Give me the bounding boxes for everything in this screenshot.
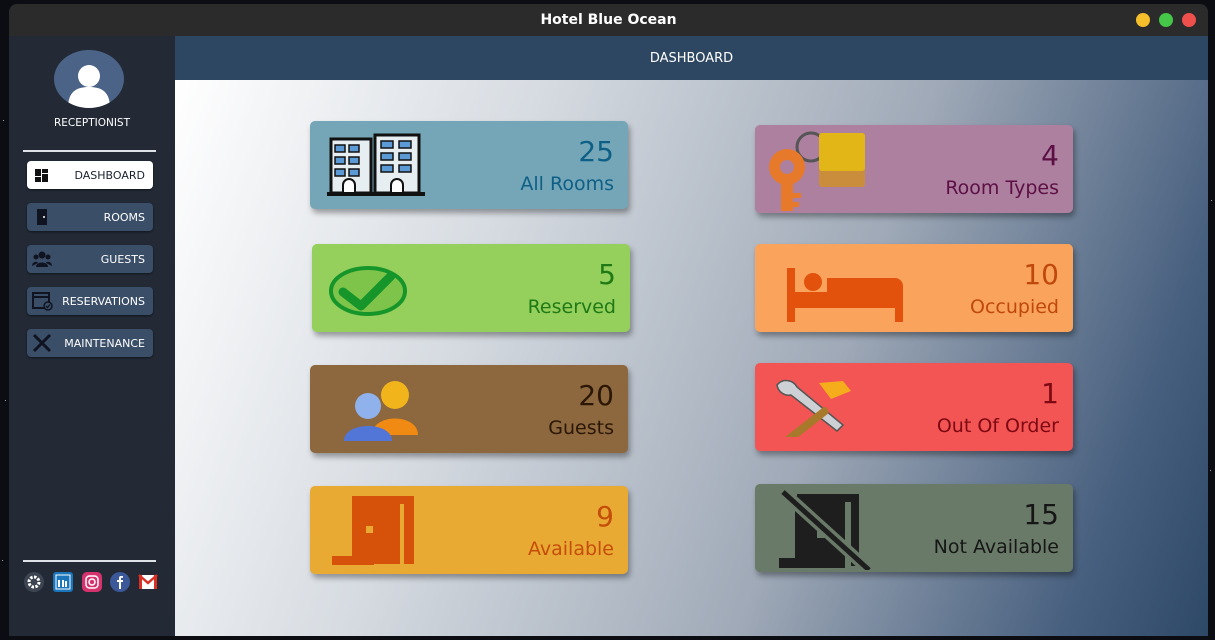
calendar-icon xyxy=(32,292,53,311)
dashboard-panel: 25 All Rooms 4 Room Types 5 Reserved 10 … xyxy=(175,80,1208,636)
gmail-icon[interactable] xyxy=(138,572,158,592)
sidebar-item-label: RESERVATIONS xyxy=(62,294,145,308)
all-rooms-label: All Rooms xyxy=(520,173,614,195)
maximize-button[interactable] xyxy=(1159,13,1173,27)
background-star xyxy=(1211,200,1212,201)
sidebar-item-dashboard[interactable]: DASHBOARD xyxy=(27,161,153,189)
background-star xyxy=(1210,470,1211,471)
no-door-icon xyxy=(778,490,874,570)
room-types-card[interactable]: 4 Room Types xyxy=(755,125,1073,213)
sidebar-item-reservations[interactable]: RESERVATIONS xyxy=(27,287,153,315)
room-types-label: Room Types xyxy=(945,177,1059,199)
app-window: Hotel Blue Ocean RECEPTIONIST DASHBOARD xyxy=(9,4,1208,636)
out-of-order-count: 1 xyxy=(1041,377,1059,410)
open-door-icon xyxy=(332,496,414,565)
bed-icon xyxy=(787,268,903,322)
building-icon xyxy=(327,133,425,196)
settings-icon[interactable] xyxy=(24,572,44,592)
occupied-label: Occupied xyxy=(970,296,1059,318)
background-star xyxy=(2,560,3,561)
occupied-count: 10 xyxy=(1023,258,1059,291)
reserved-count: 5 xyxy=(598,258,616,291)
checkmark-icon xyxy=(329,266,407,316)
dashboard-icon xyxy=(35,169,48,182)
reserved-label: Reserved xyxy=(527,296,616,318)
tools-icon xyxy=(32,333,52,353)
window-title: Hotel Blue Ocean xyxy=(540,12,677,28)
occupied-card[interactable]: 10 Occupied xyxy=(755,244,1073,332)
sidebar-item-label: MAINTENANCE xyxy=(64,336,145,350)
minimize-button[interactable] xyxy=(1136,13,1150,27)
out-of-order-label: Out Of Order xyxy=(936,415,1059,437)
not-available-label: Not Available xyxy=(933,536,1059,558)
page-header: DASHBOARD xyxy=(175,36,1208,80)
reserved-card[interactable]: 5 Reserved xyxy=(312,244,630,332)
sidebar-item-maintenance[interactable]: MAINTENANCE xyxy=(27,329,153,357)
sidebar-item-label: DASHBOARD xyxy=(74,168,145,182)
available-label: Available xyxy=(527,538,614,560)
out-of-order-card[interactable]: 1 Out Of Order xyxy=(755,363,1073,451)
people-icon xyxy=(344,381,418,441)
background-star xyxy=(5,400,6,401)
sidebar-item-label: GUESTS xyxy=(100,252,145,266)
sidebar-item-guests[interactable]: GUESTS xyxy=(27,245,153,273)
page-title: DASHBOARD xyxy=(649,50,734,66)
linkedin-icon[interactable] xyxy=(53,572,73,592)
all-rooms-count: 25 xyxy=(578,135,614,168)
sidebar-divider xyxy=(23,150,156,152)
close-button[interactable] xyxy=(1182,13,1196,27)
guests-label: Guests xyxy=(548,417,614,439)
user-role: RECEPTIONIST xyxy=(53,117,131,129)
not-available-count: 15 xyxy=(1023,498,1059,531)
facebook-icon[interactable] xyxy=(110,572,130,592)
door-icon xyxy=(37,209,47,225)
user-icon xyxy=(68,65,110,108)
available-count: 9 xyxy=(596,500,614,533)
window-controls xyxy=(1136,13,1196,27)
guests-card[interactable]: 20 Guests xyxy=(310,365,628,453)
sidebar-item-label: ROOMS xyxy=(103,210,145,224)
not-available-card[interactable]: 15 Not Available xyxy=(755,484,1073,572)
sidebar-item-rooms[interactable]: ROOMS xyxy=(27,203,153,231)
background-star xyxy=(3,120,4,121)
room-types-count: 4 xyxy=(1041,139,1059,172)
tools-icon xyxy=(776,379,851,437)
guests-count: 20 xyxy=(578,379,614,412)
available-card[interactable]: 9 Available xyxy=(310,486,628,574)
avatar[interactable] xyxy=(54,50,124,108)
all-rooms-card[interactable]: 25 All Rooms xyxy=(310,121,628,209)
guests-icon xyxy=(32,251,52,267)
sidebar: RECEPTIONIST DASHBOARD ROOMS GUESTS RESE… xyxy=(9,36,175,636)
sidebar-divider xyxy=(23,560,156,562)
title-bar: Hotel Blue Ocean xyxy=(9,4,1208,36)
key-icon xyxy=(769,131,865,211)
instagram-icon[interactable] xyxy=(82,572,102,592)
